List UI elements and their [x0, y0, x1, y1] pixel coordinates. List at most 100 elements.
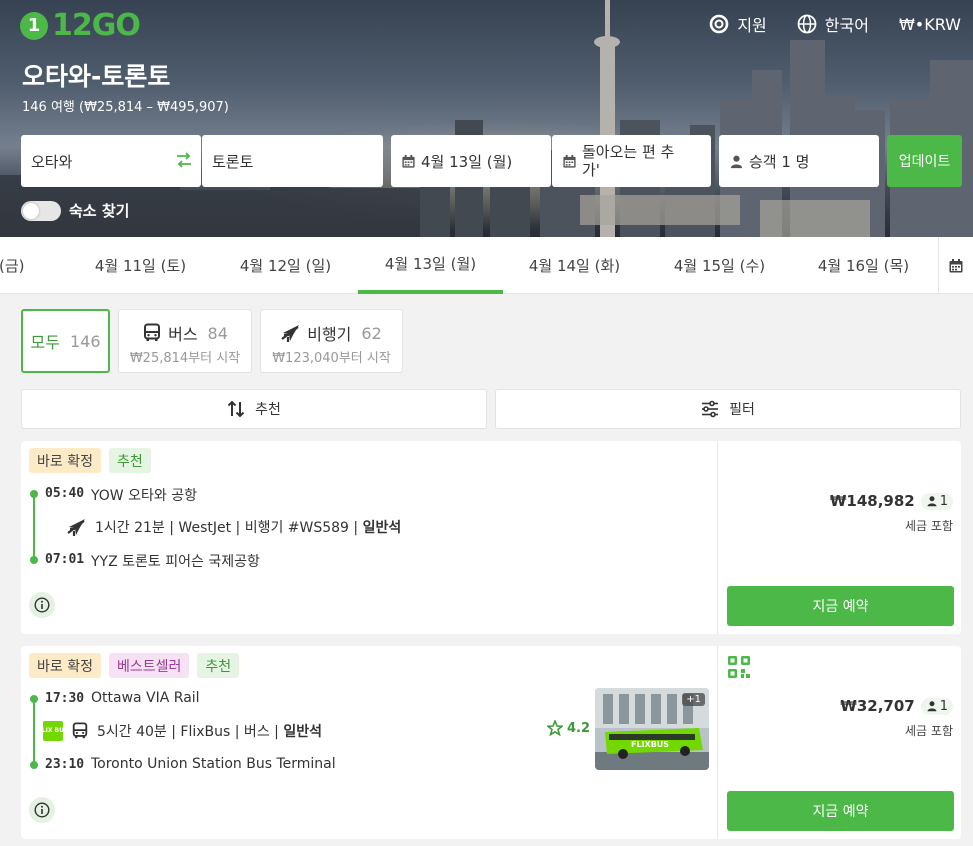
support-label: 지원: [737, 16, 767, 35]
mode-all-tab[interactable]: 모두 146: [21, 309, 110, 373]
departure-time: 05:40: [45, 486, 85, 501]
to-field[interactable]: 토론토: [202, 135, 383, 187]
return-date-field[interactable]: 돌아오는 편 추가': [552, 135, 711, 187]
trip-details: 바로 확정 추천 05:40 YOW 오타와 공항 1시간 21분 | West…: [21, 441, 717, 634]
timeline-line: [33, 494, 35, 559]
info-icon: [34, 597, 50, 613]
date-tab-label: 4월 16일 (목): [817, 257, 910, 275]
recommended-badge: 추천: [197, 653, 240, 678]
passenger-count: 1: [939, 698, 948, 714]
calendar-button[interactable]: [938, 237, 973, 294]
rating-value: 4.2: [567, 720, 591, 736]
tax-note: 세금 포함: [905, 519, 953, 533]
mode-bus-label: 버스: [168, 325, 198, 344]
lifebuoy-icon: [710, 14, 729, 34]
swap-icon[interactable]: [175, 151, 193, 169]
book-now-button[interactable]: 지금 예약: [727, 586, 954, 626]
passenger-count-badge: 1: [920, 492, 953, 510]
sliders-icon: [702, 400, 719, 418]
filter-button[interactable]: 필터: [495, 389, 961, 429]
mode-bus-tab[interactable]: 버스 84 ₩25,814부터 시작: [118, 309, 252, 373]
date-tab[interactable]: 4월 12일 (일): [213, 237, 358, 294]
arrival-place: Toronto Union Station Bus Terminal: [91, 756, 336, 772]
book-now-button[interactable]: 지금 예약: [727, 791, 954, 831]
price-row: ₩32,707 1: [840, 697, 953, 715]
update-button[interactable]: 업데이트: [887, 135, 962, 187]
plane-icon: [67, 519, 85, 536]
bus-photo-text: FLIXBUS: [631, 740, 669, 749]
from-value: 오타와: [31, 152, 73, 171]
seat-class: 일반석: [283, 724, 322, 740]
mode-plane-tab[interactable]: 비행기 62 ₩123,040부터 시작: [260, 309, 403, 373]
bus-icon: [144, 323, 161, 341]
top-nav: 지원 한국어 ₩•KRW: [709, 12, 961, 36]
sort-button[interactable]: 추천: [21, 389, 487, 429]
person-icon: [730, 155, 743, 168]
from-field[interactable]: 오타와: [21, 135, 201, 187]
passengers-field[interactable]: 승객 1 명: [719, 135, 879, 187]
trip-summary: 5시간 40분 | FlixBus | 버스 | 일반석: [97, 721, 322, 741]
trip-details: 바로 확정 베스트셀러 추천 17:30 Ottawa VIA Rail FLI…: [21, 646, 717, 839]
date-tab[interactable]: 4월 14일 (화): [502, 237, 647, 294]
flixbus-logo: FLIX BUS: [38, 721, 68, 741]
mode-all-label: 모두: [30, 333, 60, 352]
trip-summary: 1시간 21분 | WestJet | 비행기 #WS589 | 일반석: [95, 517, 401, 537]
mode-bus-price: ₩25,814부터 시작: [129, 351, 241, 366]
info-button[interactable]: [29, 797, 55, 823]
trip-summary-text: 1시간 21분 | WestJet | 비행기 #WS589 |: [95, 520, 363, 536]
passengers-value: 승객 1 명: [749, 152, 810, 171]
depart-date-value: 4월 13일 (월): [421, 152, 513, 171]
date-tab[interactable]: 4월 16일 (목): [791, 237, 936, 294]
mode-all-count: 146: [69, 331, 101, 351]
brand-logo[interactable]: 1 12GO: [20, 8, 141, 43]
tax-note: 세금 포함: [905, 724, 953, 738]
bus-photo[interactable]: FLIXBUS +1: [595, 688, 709, 770]
bus-icon: [72, 722, 88, 739]
badge-list: 바로 확정 추천: [29, 448, 151, 473]
departure-place: Ottawa VIA Rail: [91, 690, 200, 706]
logo-mark: 1: [20, 11, 48, 40]
date-tab[interactable]: 일 (금): [0, 237, 75, 294]
date-tab-label: 4월 15일 (수): [673, 257, 766, 275]
sort-label: 추천: [255, 402, 281, 418]
photo-count: +1: [682, 693, 705, 706]
date-tab-label: 4월 12일 (일): [239, 257, 332, 275]
currency-selector[interactable]: ₩•KRW: [899, 15, 961, 34]
globe-icon: [797, 14, 817, 34]
arrival-time: 23:10: [45, 757, 85, 772]
result-card: 바로 확정 추천 05:40 YOW 오타와 공항 1시간 21분 | West…: [21, 441, 961, 634]
timeline-line: [33, 698, 35, 764]
language-selector[interactable]: 한국어: [797, 12, 869, 36]
rating[interactable]: 4.2: [547, 720, 590, 736]
price: ₩32,707: [840, 697, 915, 715]
departure-place: YOW 오타와 공항: [91, 488, 197, 504]
calendar-icon: [563, 154, 576, 168]
language-label: 한국어: [824, 16, 869, 35]
recommended-badge: 추천: [108, 448, 151, 473]
date-tab-active[interactable]: 4월 13일 (월): [358, 237, 503, 294]
timeline-dot: [30, 761, 38, 769]
sort-arrows-icon: [227, 400, 245, 418]
person-icon: [927, 496, 937, 507]
instant-confirm-badge: 바로 확정: [29, 448, 101, 473]
accommodation-toggle[interactable]: [21, 200, 61, 221]
page-title: 오타와-토론토: [22, 62, 171, 91]
trip-detail: 1시간 21분 | WestJet | 비행기 #WS589 | 일반석: [67, 517, 401, 537]
page-subtitle: 146 여행 (₩25,814 – ₩495,907): [22, 100, 229, 115]
date-tab[interactable]: 4월 11일 (토): [68, 237, 213, 294]
info-button[interactable]: [29, 592, 55, 618]
accommodation-label: 숙소 찾기: [69, 202, 130, 220]
filter-label: 필터: [729, 402, 755, 418]
star-icon: [547, 720, 563, 736]
support-link[interactable]: 지원: [709, 12, 767, 36]
instant-confirm-badge: 바로 확정: [29, 653, 101, 678]
result-card: 바로 확정 베스트셀러 추천 17:30 Ottawa VIA Rail FLI…: [21, 646, 961, 839]
return-date-value: 돌아오는 편 추가': [582, 143, 675, 179]
date-selector: 일 (금) 4월 11일 (토) 4월 12일 (일) 4월 13일 (월) 4…: [0, 237, 973, 294]
price: ₩148,982: [829, 492, 915, 510]
date-tab[interactable]: 4월 15일 (수): [647, 237, 792, 294]
mode-plane-label: 비행기: [307, 325, 352, 344]
currency-label: ₩•KRW: [898, 14, 961, 34]
depart-date-field[interactable]: 4월 13일 (월): [391, 135, 551, 187]
hero-banner: 1 12GO 지원 한국어 ₩•KRW 오타와-토론토 146 여행 (₩25,…: [0, 0, 973, 237]
